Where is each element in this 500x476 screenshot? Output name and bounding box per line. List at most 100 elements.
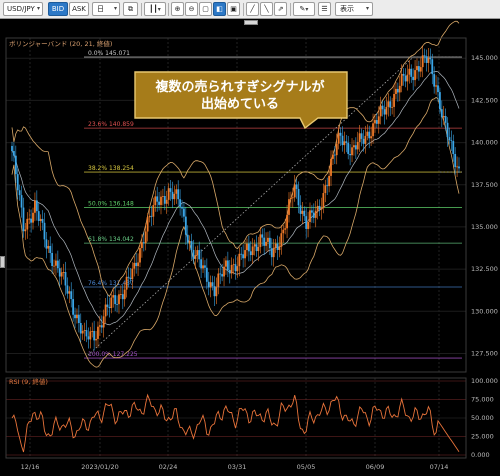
candle-body bbox=[429, 57, 432, 60]
candle-body bbox=[349, 154, 352, 156]
price-chart: 0.0% 145.071 23.6% 140.859 38.2% 138.254 50… bbox=[5, 20, 498, 471]
candle-body bbox=[341, 135, 344, 146]
candle-body bbox=[35, 200, 38, 212]
candle-body bbox=[24, 229, 27, 232]
candle-body bbox=[423, 55, 426, 57]
candle-body bbox=[314, 210, 317, 218]
candle-body bbox=[119, 294, 122, 295]
candle-body bbox=[326, 185, 329, 187]
chart-type-select[interactable]: ┃┃▾ bbox=[144, 2, 166, 16]
candle-body bbox=[55, 260, 57, 266]
candle-body bbox=[68, 291, 71, 294]
candle-body bbox=[181, 206, 183, 209]
panel-collapse-handle[interactable] bbox=[244, 20, 258, 25]
candle-body bbox=[257, 246, 260, 252]
candle-body bbox=[58, 268, 61, 277]
candle-body bbox=[351, 147, 353, 156]
currency-pair-label: USD/JPY bbox=[7, 5, 35, 13]
rsi-tick-label: 25.000 bbox=[471, 433, 494, 441]
candle-body bbox=[274, 243, 277, 248]
candle-body bbox=[291, 197, 294, 199]
candle-body bbox=[230, 265, 233, 274]
candle-body bbox=[339, 132, 342, 136]
candle-body bbox=[381, 105, 384, 110]
candle-body bbox=[354, 145, 357, 150]
candle-body bbox=[43, 222, 46, 240]
candle-body bbox=[183, 208, 185, 217]
candle-body bbox=[358, 133, 361, 142]
candle-body bbox=[375, 120, 378, 124]
candle-body bbox=[148, 215, 151, 218]
fit-icon[interactable]: ▢ bbox=[199, 2, 212, 16]
chevron-down-icon: ▾ bbox=[113, 5, 117, 12]
candle-body bbox=[91, 330, 94, 332]
candle-body bbox=[238, 253, 241, 267]
y-tick-label: 132.500 bbox=[471, 265, 498, 273]
candlesticks bbox=[11, 45, 460, 351]
rsi-polyline bbox=[11, 393, 460, 453]
candle-body bbox=[93, 330, 96, 341]
zoom-in-icon[interactable]: ⊕ bbox=[171, 2, 184, 16]
candle-body bbox=[435, 85, 437, 87]
ask-button[interactable]: ASK bbox=[69, 2, 89, 16]
candle-body bbox=[152, 205, 155, 217]
y-tick-label: 127.500 bbox=[471, 349, 498, 357]
candle-body bbox=[127, 276, 130, 278]
candle-body bbox=[284, 228, 287, 230]
pen-select[interactable]: ✎▾ bbox=[293, 2, 315, 16]
split-view-icon[interactable]: ◧ bbox=[213, 2, 226, 16]
candle-body bbox=[446, 122, 449, 138]
candle-body bbox=[305, 216, 308, 229]
candle-body bbox=[200, 259, 203, 269]
candle-body bbox=[70, 291, 73, 300]
copy-icon[interactable]: ⧉ bbox=[123, 2, 138, 16]
candle-body bbox=[251, 246, 254, 256]
candle-body bbox=[112, 295, 115, 298]
candle-body bbox=[444, 115, 447, 123]
candle-body bbox=[150, 215, 153, 217]
candle-body bbox=[169, 188, 172, 192]
candle-body bbox=[282, 229, 285, 234]
display-select[interactable]: 表示 ▾ bbox=[335, 2, 373, 16]
x-tick-label: 02/24 bbox=[159, 463, 178, 471]
period-select[interactable]: 日 ▾ bbox=[92, 2, 120, 16]
candle-body bbox=[14, 155, 17, 175]
draw-line-icon[interactable]: ╱ bbox=[246, 2, 259, 16]
candle-body bbox=[272, 247, 275, 258]
candle-body bbox=[66, 285, 69, 294]
bollinger-lower bbox=[11, 96, 460, 368]
candle-body bbox=[297, 188, 300, 206]
draw-tool-2-icon[interactable]: ╲ bbox=[260, 2, 273, 16]
candle-body bbox=[244, 250, 246, 259]
candle-body bbox=[385, 106, 388, 115]
draw-tool-3-icon[interactable]: ⇗ bbox=[274, 2, 287, 16]
zoom-out-icon[interactable]: ⊖ bbox=[185, 2, 198, 16]
settings-icon[interactable]: ☰ bbox=[318, 2, 331, 16]
candle-body bbox=[265, 241, 267, 246]
crosshair-icon[interactable]: ▣ bbox=[227, 2, 240, 16]
candle-body bbox=[234, 264, 237, 272]
candle-body bbox=[110, 297, 113, 309]
candle-body bbox=[34, 200, 36, 213]
bid-button[interactable]: BID bbox=[48, 2, 68, 16]
x-tick-label: 03/31 bbox=[228, 463, 247, 471]
candle-body bbox=[362, 138, 365, 144]
candle-body bbox=[360, 133, 363, 139]
candle-body bbox=[133, 262, 136, 269]
candle-body bbox=[312, 212, 315, 218]
time-axis: 12/16 2023/01/20 02/24 03/31 05/05 06/09 07/14 bbox=[21, 463, 449, 471]
candle-body bbox=[356, 141, 359, 150]
candle-body bbox=[47, 245, 50, 249]
candle-body bbox=[242, 254, 245, 259]
fibonacci-levels: 0.0% 145.071 23.6% 140.859 38.2% 138.254 50… bbox=[84, 50, 462, 359]
side-panel-handle[interactable] bbox=[0, 256, 5, 268]
currency-pair-select[interactable]: USD/JPY ▾ bbox=[3, 2, 43, 16]
candle-body bbox=[177, 189, 180, 200]
candle-body bbox=[16, 174, 19, 191]
candle-body bbox=[175, 189, 178, 194]
candle-body bbox=[450, 140, 453, 142]
rsi-tick-label: 100.000 bbox=[471, 377, 498, 385]
candle-body bbox=[188, 241, 191, 243]
candle-body bbox=[142, 242, 145, 244]
candle-body bbox=[366, 131, 369, 136]
